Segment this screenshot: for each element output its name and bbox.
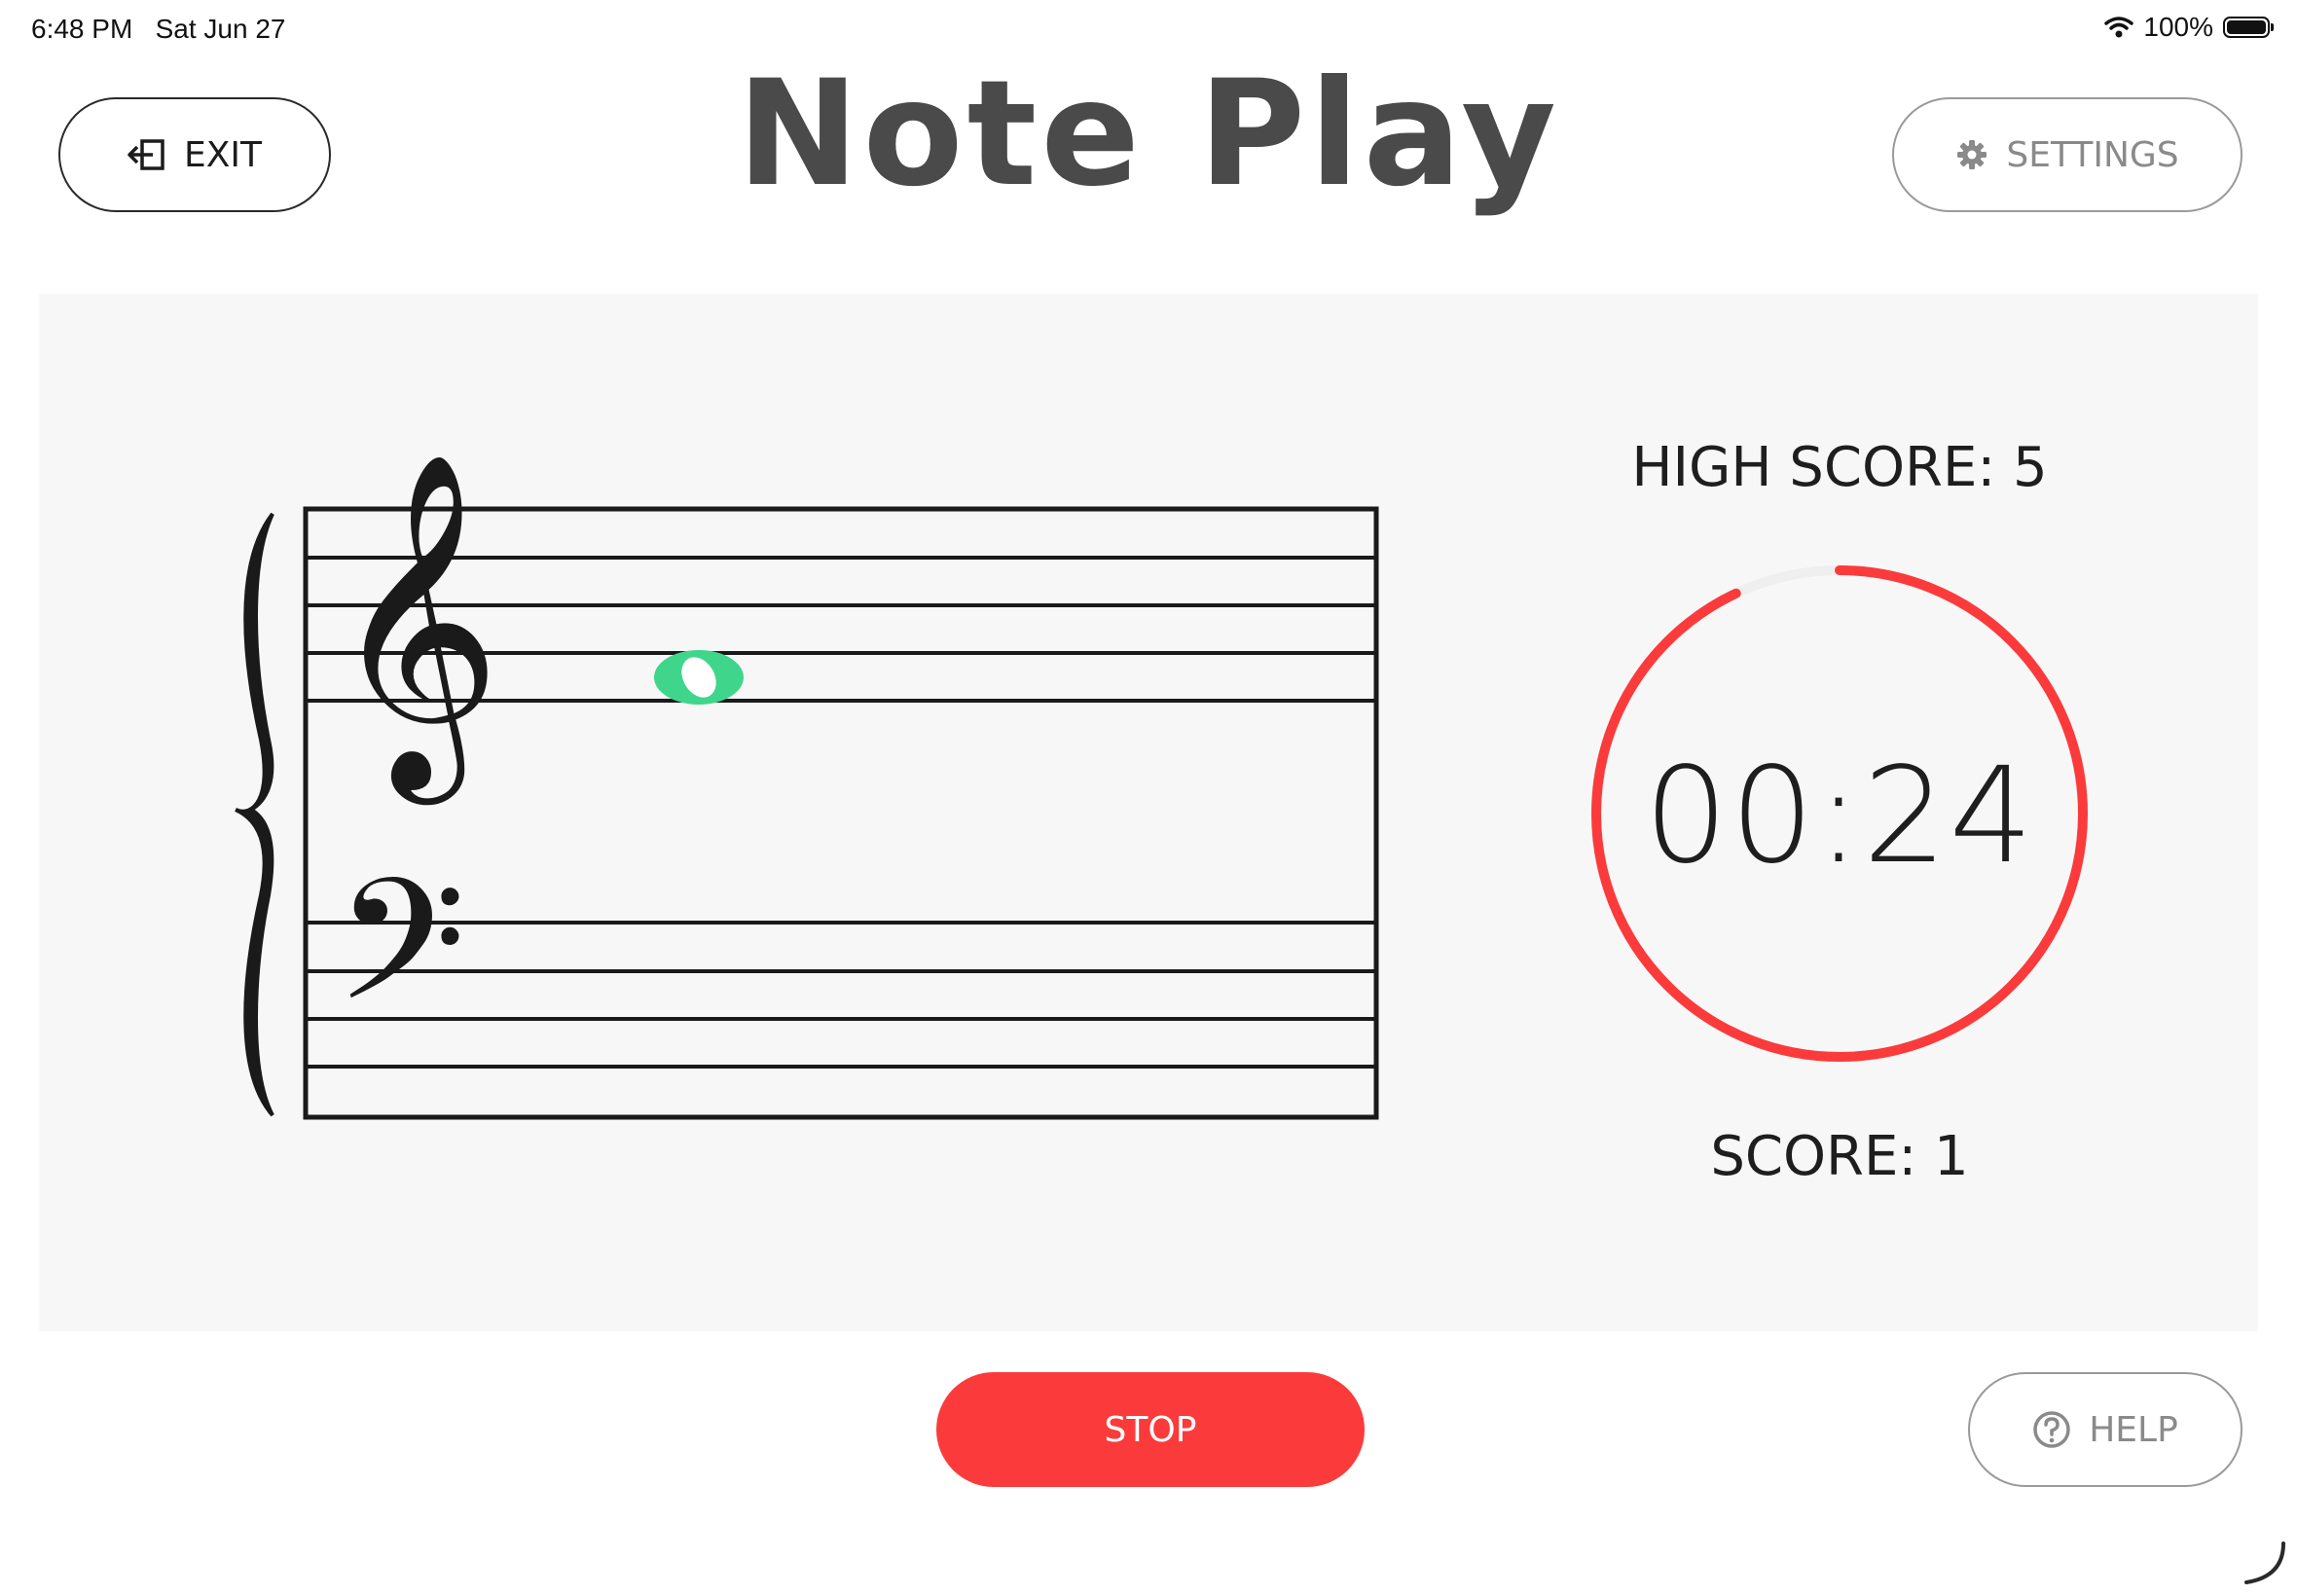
status-date: Sat Jun 27 [155,14,286,44]
exit-icon [128,139,164,170]
help-label: HELP [2089,1409,2178,1450]
settings-label: SETTINGS [2006,134,2179,175]
stop-button[interactable]: STOP [936,1372,1365,1487]
exit-label: EXIT [183,134,262,175]
grand-staff: 𝄞 𝄢 [235,450,1379,1120]
bass-clef-icon: 𝄢 [335,842,466,1080]
brace-icon [235,512,274,1117]
status-time-value: 6:48 PM [31,14,133,44]
exit-button[interactable]: EXIT [58,97,331,212]
stop-label: STOP [1104,1409,1197,1450]
settings-button[interactable]: SETTINGS [1892,97,2242,212]
wifi-icon [2104,17,2134,38]
whole-note [654,650,744,705]
battery-percent: 100% [2143,12,2213,42]
help-circle-icon [2033,1411,2070,1448]
timer-display: 00:24 [1644,740,2035,893]
status-time: 6:48 PM Sat Jun 27 [31,14,286,45]
score-label: SCORE: 1 [1710,1125,1969,1188]
help-button[interactable]: HELP [1968,1372,2242,1487]
battery-icon [2223,17,2274,38]
status-indicators: 100% [2104,12,2274,43]
gear-icon [1957,140,1987,169]
treble-clef-icon: 𝄞 [329,450,501,807]
high-score-label: HIGH SCORE: 5 [1631,436,2048,499]
corner-indicator-icon [2244,1542,2285,1584]
